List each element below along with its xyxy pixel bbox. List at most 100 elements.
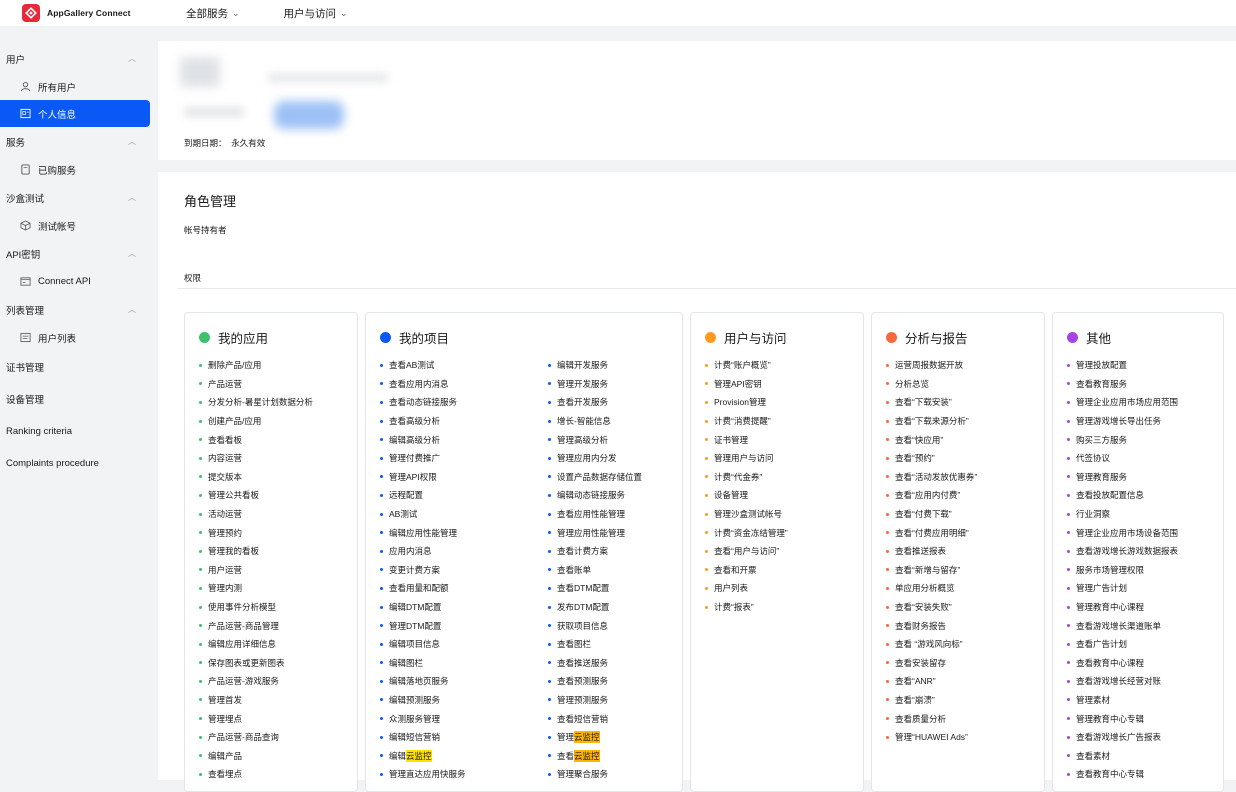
bullet-icon xyxy=(1067,475,1070,479)
permission-item: 管理预约 xyxy=(199,523,357,542)
chevron-down-icon: ⌄ xyxy=(340,7,348,18)
permission-item: 管理企业应用市场设备范围 xyxy=(1067,523,1223,542)
sidebar-item-1-0[interactable]: 已购服务 xyxy=(0,156,150,183)
sidebar-item-0-0[interactable]: 所有用户 xyxy=(0,73,150,100)
permission-text: 查看游戏增长经营对账 xyxy=(1076,676,1162,687)
permission-text: 管理教育服务 xyxy=(1076,471,1128,482)
bullet-icon xyxy=(199,493,202,497)
permission-item: 管理高级分析 xyxy=(548,430,678,449)
more-icon xyxy=(1067,331,1078,343)
permission-item: 创建产品/应用 xyxy=(199,412,357,431)
permission-text: 查看“付费下载” xyxy=(895,509,952,520)
sidebar-item-3-0[interactable]: Connect API xyxy=(0,268,150,295)
permission-item: 查看“应用内付费” xyxy=(886,486,1044,505)
permission-item: 查看看板 xyxy=(199,430,357,449)
permission-text: 查看“新增与留存” xyxy=(895,564,961,575)
permission-text: 查看质量分析 xyxy=(895,713,947,724)
nav-all-services[interactable]: 全部服务 ⌄ xyxy=(186,6,240,21)
cube-icon xyxy=(18,220,32,231)
sidebar-group-3[interactable]: API密钥 ︿ xyxy=(0,239,156,268)
bullet-icon xyxy=(380,438,383,442)
column-header: 分析与报告 xyxy=(886,327,1044,347)
bullet-icon xyxy=(380,493,383,497)
permission-text: 获取项目信息 xyxy=(557,620,609,631)
bullet-icon xyxy=(548,400,551,404)
permission-item: 管理API密钥 xyxy=(705,375,863,394)
bullet-icon xyxy=(380,717,383,721)
permission-item: 查看“崩溃” xyxy=(886,691,1044,710)
permission-text: 查看 “游戏风向标” xyxy=(895,639,963,650)
permission-text: 查看“快应用” xyxy=(895,434,944,445)
permission-text: 单应用分析概览 xyxy=(895,583,955,594)
bullet-icon xyxy=(380,586,383,590)
bullet-icon xyxy=(199,400,202,404)
bullet-icon xyxy=(380,772,383,776)
permission-text: 查看推送服务 xyxy=(557,657,609,668)
permission-item: 查看“预约” xyxy=(886,449,1044,468)
sidebar-group-2[interactable]: 沙盒测试 ︿ xyxy=(0,183,156,212)
sidebar-link-7[interactable]: Ranking criteria xyxy=(0,415,156,447)
bullet-icon xyxy=(705,605,708,609)
permission-item: 查看教育中心专辑 xyxy=(1067,765,1223,784)
permission-item: 查看埋点 xyxy=(199,765,357,784)
bullet-icon xyxy=(886,382,889,386)
permission-item: 查看应用内消息 xyxy=(380,375,540,394)
permission-item: 查看游戏增长经营对账 xyxy=(1067,672,1223,691)
permission-item: 管理游戏增长导出任务 xyxy=(1067,412,1223,431)
permission-item: 管理埋点 xyxy=(199,709,357,728)
permission-text: 查看“预约” xyxy=(895,453,935,464)
permission-item: 查看教育服务 xyxy=(1067,375,1223,394)
bullet-icon xyxy=(1067,549,1070,553)
permission-text: 编辑产品 xyxy=(208,750,243,761)
sidebar-link-6[interactable]: 设备管理 xyxy=(0,383,156,415)
permission-text: 活动运营 xyxy=(208,509,243,520)
bullet-icon xyxy=(380,735,383,739)
chevron-up-icon: ︿ xyxy=(128,193,136,202)
column-header: 我的应用 xyxy=(199,327,357,347)
sidebar-group-4[interactable]: 列表管理 ︿ xyxy=(0,295,156,324)
column-title: 其他 xyxy=(1086,331,1112,346)
brand[interactable]: AppGallery Connect xyxy=(22,4,164,22)
sidebar-link-8[interactable]: Complaints procedure xyxy=(0,447,156,479)
permission-item: 用户运营 xyxy=(199,561,357,580)
receipt-icon xyxy=(18,164,32,175)
bullet-icon xyxy=(199,698,202,702)
bullet-icon xyxy=(380,754,383,758)
bullet-icon xyxy=(705,475,708,479)
sidebar-group-0[interactable]: 用户 ︿ xyxy=(0,44,156,73)
permission-item: 管理聚合服务 xyxy=(548,765,678,784)
sidebar-link-5[interactable]: 证书管理 xyxy=(0,351,156,383)
bullet-icon xyxy=(886,642,889,646)
sidebar-item-2-0[interactable]: 测试帐号 xyxy=(0,212,150,239)
permission-item: 查看图栏 xyxy=(548,635,678,654)
permission-text: 设备管理 xyxy=(714,490,749,501)
sidebar-group-1[interactable]: 服务 ︿ xyxy=(0,127,156,156)
permission-text: 管理直达应用快服务 xyxy=(389,769,466,780)
permission-item: 查看计费方案 xyxy=(548,542,678,561)
bullet-icon xyxy=(886,698,889,702)
permission-list: 查看AB测试 编辑开发服务 查看应用内消息 管理开发服务 查看动态链接服务 查看开发服务查… xyxy=(380,356,682,784)
top-bar: AppGallery Connect 全部服务 ⌄ 用户与访问 ⌄ xyxy=(0,0,1236,26)
id-card-icon xyxy=(18,108,32,119)
permission-item: 设备管理 xyxy=(705,486,863,505)
permission-item: 管理教育中心课程 xyxy=(1067,598,1223,617)
permission-item: 查看开发服务 xyxy=(548,393,678,412)
sidebar-item-label: 测试帐号 xyxy=(38,221,77,233)
sidebar-item-0-1[interactable]: 个人信息 xyxy=(0,100,150,127)
permission-text: 查看投放配置信息 xyxy=(1076,490,1145,501)
sidebar-item-4-0[interactable]: 用户列表 xyxy=(0,324,150,351)
sidebar-item-label: 用户列表 xyxy=(38,333,77,345)
permission-item: 查看推送报表 xyxy=(886,542,1044,561)
permission-item: 管理付费推广 xyxy=(380,449,540,468)
bullet-icon xyxy=(886,735,889,739)
permission-item: 产品运营 xyxy=(199,375,357,394)
nav-user-access[interactable]: 用户与访问 ⌄ xyxy=(284,6,348,21)
permission-text: 管理首发 xyxy=(208,694,243,705)
permission-item: 管理企业应用市场应用范围 xyxy=(1067,393,1223,412)
permission-item: 计费“账户概览” xyxy=(705,356,863,375)
permission-item: 编辑开发服务 xyxy=(548,356,678,375)
bullet-icon xyxy=(886,419,889,423)
permission-item: 管理用户与访问 xyxy=(705,449,863,468)
permission-list: 管理投放配置 查看教育服务 管理企业应用市场应用范围 管理游戏增长导出任务 购买三方服务… xyxy=(1067,356,1223,784)
permission-text: 计费“资金冻结管理” xyxy=(714,527,788,538)
